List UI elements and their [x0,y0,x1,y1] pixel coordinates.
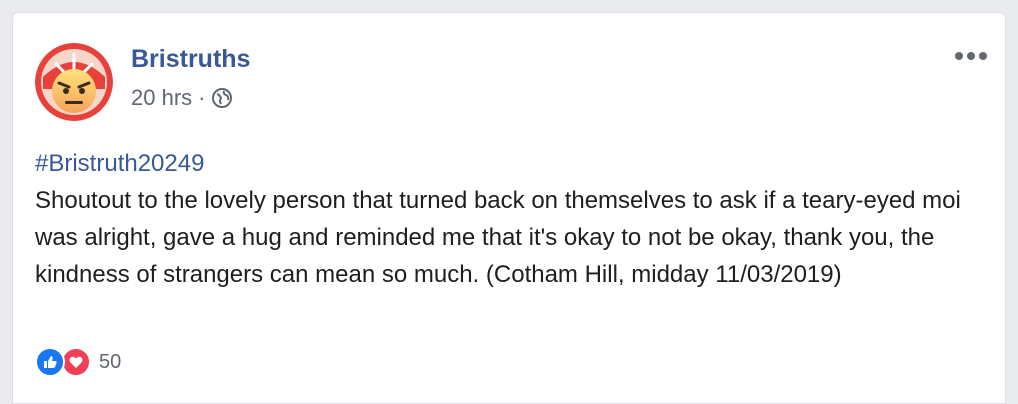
page-avatar[interactable] [35,43,113,121]
ellipsis-icon [955,52,987,60]
love-icon [61,347,91,377]
post-meta: 20 hrs · [131,87,233,109]
post-card: Bristruths 20 hrs · #Bristruth20249 Shou… [12,12,1006,404]
meta-separator: · [198,85,206,110]
post-text: Shoutout to the lovely person that turne… [35,187,961,288]
bristruths-logo-icon [35,43,113,121]
hashtag-link[interactable]: #Bristruth20249 [35,145,990,182]
reaction-count: 50 [99,350,122,373]
globe-icon[interactable] [211,87,233,109]
like-icon [35,347,65,377]
reactions-summary[interactable]: 50 [35,347,121,377]
more-options-button[interactable] [949,41,993,71]
post-body: #Bristruth20249 Shoutout to the lovely p… [35,145,990,293]
page-name-link[interactable]: Bristruths [131,47,250,72]
post-timestamp[interactable]: 20 hrs [131,87,192,109]
